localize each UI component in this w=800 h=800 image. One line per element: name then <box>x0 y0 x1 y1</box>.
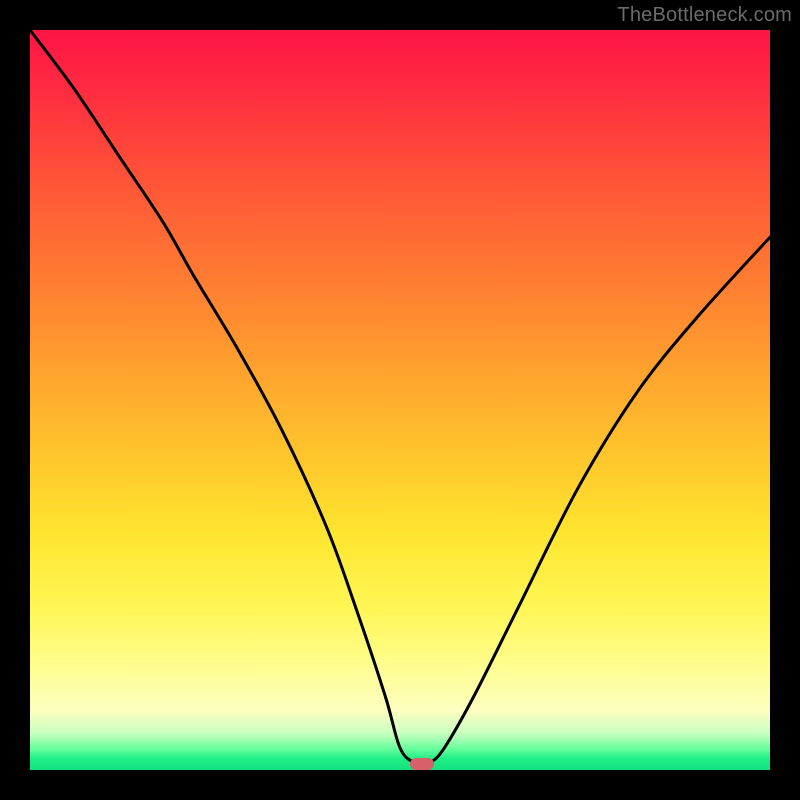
curve-path <box>30 30 770 764</box>
watermark-text: TheBottleneck.com <box>617 4 792 27</box>
chart-frame: TheBottleneck.com <box>0 0 800 800</box>
plot-area <box>30 30 770 770</box>
bottleneck-curve <box>30 30 770 770</box>
minimum-marker <box>410 758 434 770</box>
